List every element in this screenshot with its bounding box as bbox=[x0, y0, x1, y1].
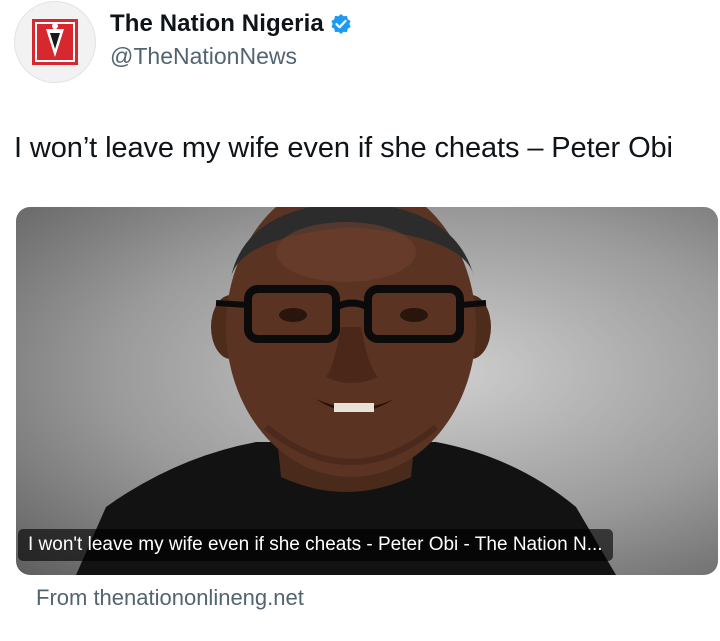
portrait-image bbox=[76, 207, 616, 575]
the-nation-logo-icon bbox=[32, 19, 78, 65]
author-avatar[interactable] bbox=[14, 1, 96, 83]
tweet-header: The Nation Nigeria @TheNationNews bbox=[14, 0, 352, 84]
author-display-name[interactable]: The Nation Nigeria bbox=[110, 9, 324, 39]
author-handle[interactable]: @TheNationNews bbox=[110, 42, 352, 70]
verified-badge-icon bbox=[330, 13, 352, 35]
link-card-source[interactable]: From thenationonlineng.net bbox=[36, 585, 304, 611]
link-card-title[interactable]: I won't leave my wife even if she cheats… bbox=[18, 529, 613, 561]
link-card[interactable] bbox=[16, 207, 718, 575]
tweet-text: I won’t leave my wife even if she cheats… bbox=[14, 132, 673, 164]
